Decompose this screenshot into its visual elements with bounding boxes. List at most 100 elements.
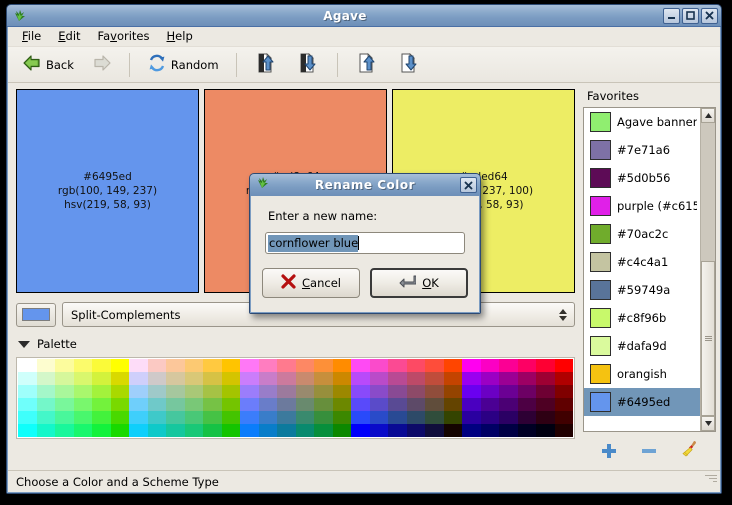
palette-cell[interactable] (388, 424, 407, 437)
palette-cell[interactable] (185, 398, 204, 411)
palette-expander[interactable]: Palette (16, 337, 575, 351)
palette-cell[interactable] (481, 372, 500, 385)
palette-cell[interactable] (111, 385, 130, 398)
favorites-list[interactable]: Agave banner #a#7e71a6#5d0b56purple (#c6… (584, 108, 700, 431)
palette-cell[interactable] (277, 411, 296, 424)
palette-cell[interactable] (92, 424, 111, 437)
palette-cell[interactable] (444, 424, 463, 437)
cancel-button[interactable]: Cancel (262, 268, 360, 298)
favorite-item[interactable]: purple (#c615cf) (584, 192, 700, 220)
palette-cell[interactable] (555, 372, 574, 385)
palette-cell[interactable] (259, 385, 278, 398)
palette-cell[interactable] (314, 359, 333, 372)
palette-cell[interactable] (92, 385, 111, 398)
color-swatch-1[interactable]: #6495ed rgb(100, 149, 237) hsv(219, 58, … (16, 89, 199, 293)
palette-cell[interactable] (166, 385, 185, 398)
palette-cell[interactable] (148, 359, 167, 372)
palette-cell[interactable] (444, 411, 463, 424)
palette-cell[interactable] (407, 372, 426, 385)
palette-cell[interactable] (111, 424, 130, 437)
palette-cell[interactable] (203, 424, 222, 437)
palette-cell[interactable] (203, 385, 222, 398)
palette-cell[interactable] (129, 359, 148, 372)
scroll-up-button[interactable] (701, 108, 715, 123)
menu-file[interactable]: File (14, 27, 50, 46)
palette-cell[interactable] (481, 424, 500, 437)
palette-cell[interactable] (499, 385, 518, 398)
palette-cell[interactable] (370, 385, 389, 398)
palette-cell[interactable] (240, 385, 259, 398)
palette-cell[interactable] (185, 385, 204, 398)
palette-cell[interactable] (536, 385, 555, 398)
palette-cell[interactable] (240, 372, 259, 385)
palette-grid[interactable] (18, 359, 573, 437)
menu-favorites[interactable]: Favorites (90, 27, 159, 46)
palette-cell[interactable] (518, 385, 537, 398)
palette-cell[interactable] (536, 372, 555, 385)
palette-cell[interactable] (111, 372, 130, 385)
favorite-item[interactable]: #70ac2c (584, 220, 700, 248)
favorites-scrollbar[interactable] (700, 108, 715, 431)
palette-cell[interactable] (388, 385, 407, 398)
favorite-item[interactable]: #59749a (584, 276, 700, 304)
palette-cell[interactable] (222, 411, 241, 424)
palette-cell[interactable] (203, 411, 222, 424)
palette-cell[interactable] (388, 411, 407, 424)
palette-cell[interactable] (481, 359, 500, 372)
palette-cell[interactable] (555, 398, 574, 411)
palette-cell[interactable] (222, 385, 241, 398)
palette-cell[interactable] (462, 398, 481, 411)
palette-cell[interactable] (536, 424, 555, 437)
save-scheme-button[interactable] (288, 47, 328, 82)
favorite-item[interactable]: #6495ed (584, 388, 700, 416)
palette-cell[interactable] (444, 372, 463, 385)
palette-cell[interactable] (129, 398, 148, 411)
palette-cell[interactable] (37, 372, 56, 385)
resize-grip-icon[interactable] (703, 475, 717, 489)
palette-cell[interactable] (240, 398, 259, 411)
palette-cell[interactable] (222, 359, 241, 372)
palette-cell[interactable] (407, 385, 426, 398)
palette-cell[interactable] (351, 398, 370, 411)
rename-input[interactable]: cornflower blue (265, 232, 465, 254)
palette-cell[interactable] (92, 398, 111, 411)
palette-cell[interactable] (92, 359, 111, 372)
palette-cell[interactable] (277, 359, 296, 372)
palette-cell[interactable] (129, 424, 148, 437)
palette-cell[interactable] (462, 372, 481, 385)
palette-cell[interactable] (55, 424, 74, 437)
palette-cell[interactable] (259, 359, 278, 372)
palette-cell[interactable] (296, 411, 315, 424)
menu-edit[interactable]: Edit (50, 27, 89, 46)
back-button[interactable]: Back (14, 49, 82, 80)
palette-cell[interactable] (296, 424, 315, 437)
palette-cell[interactable] (166, 424, 185, 437)
palette-cell[interactable] (333, 372, 352, 385)
palette-cell[interactable] (499, 424, 518, 437)
dialog-title-bar[interactable]: Rename Color (250, 174, 480, 196)
palette-cell[interactable] (296, 372, 315, 385)
palette-cell[interactable] (277, 398, 296, 411)
palette-cell[interactable] (148, 411, 167, 424)
palette-cell[interactable] (129, 372, 148, 385)
palette-cell[interactable] (444, 385, 463, 398)
palette-cell[interactable] (462, 424, 481, 437)
palette-cell[interactable] (74, 359, 93, 372)
palette-cell[interactable] (111, 359, 130, 372)
palette-cell[interactable] (333, 411, 352, 424)
plus-icon[interactable] (600, 442, 618, 460)
palette-cell[interactable] (481, 411, 500, 424)
palette-cell[interactable] (55, 398, 74, 411)
palette-cell[interactable] (425, 411, 444, 424)
palette-cell[interactable] (129, 411, 148, 424)
palette-cell[interactable] (148, 424, 167, 437)
palette-cell[interactable] (277, 424, 296, 437)
palette-cell[interactable] (555, 385, 574, 398)
palette-cell[interactable] (481, 385, 500, 398)
palette-cell[interactable] (351, 372, 370, 385)
scheme-color-button[interactable] (16, 303, 56, 327)
palette-cell[interactable] (462, 359, 481, 372)
palette-cell[interactable] (148, 372, 167, 385)
palette-cell[interactable] (296, 385, 315, 398)
load-palette-button[interactable] (347, 47, 387, 82)
